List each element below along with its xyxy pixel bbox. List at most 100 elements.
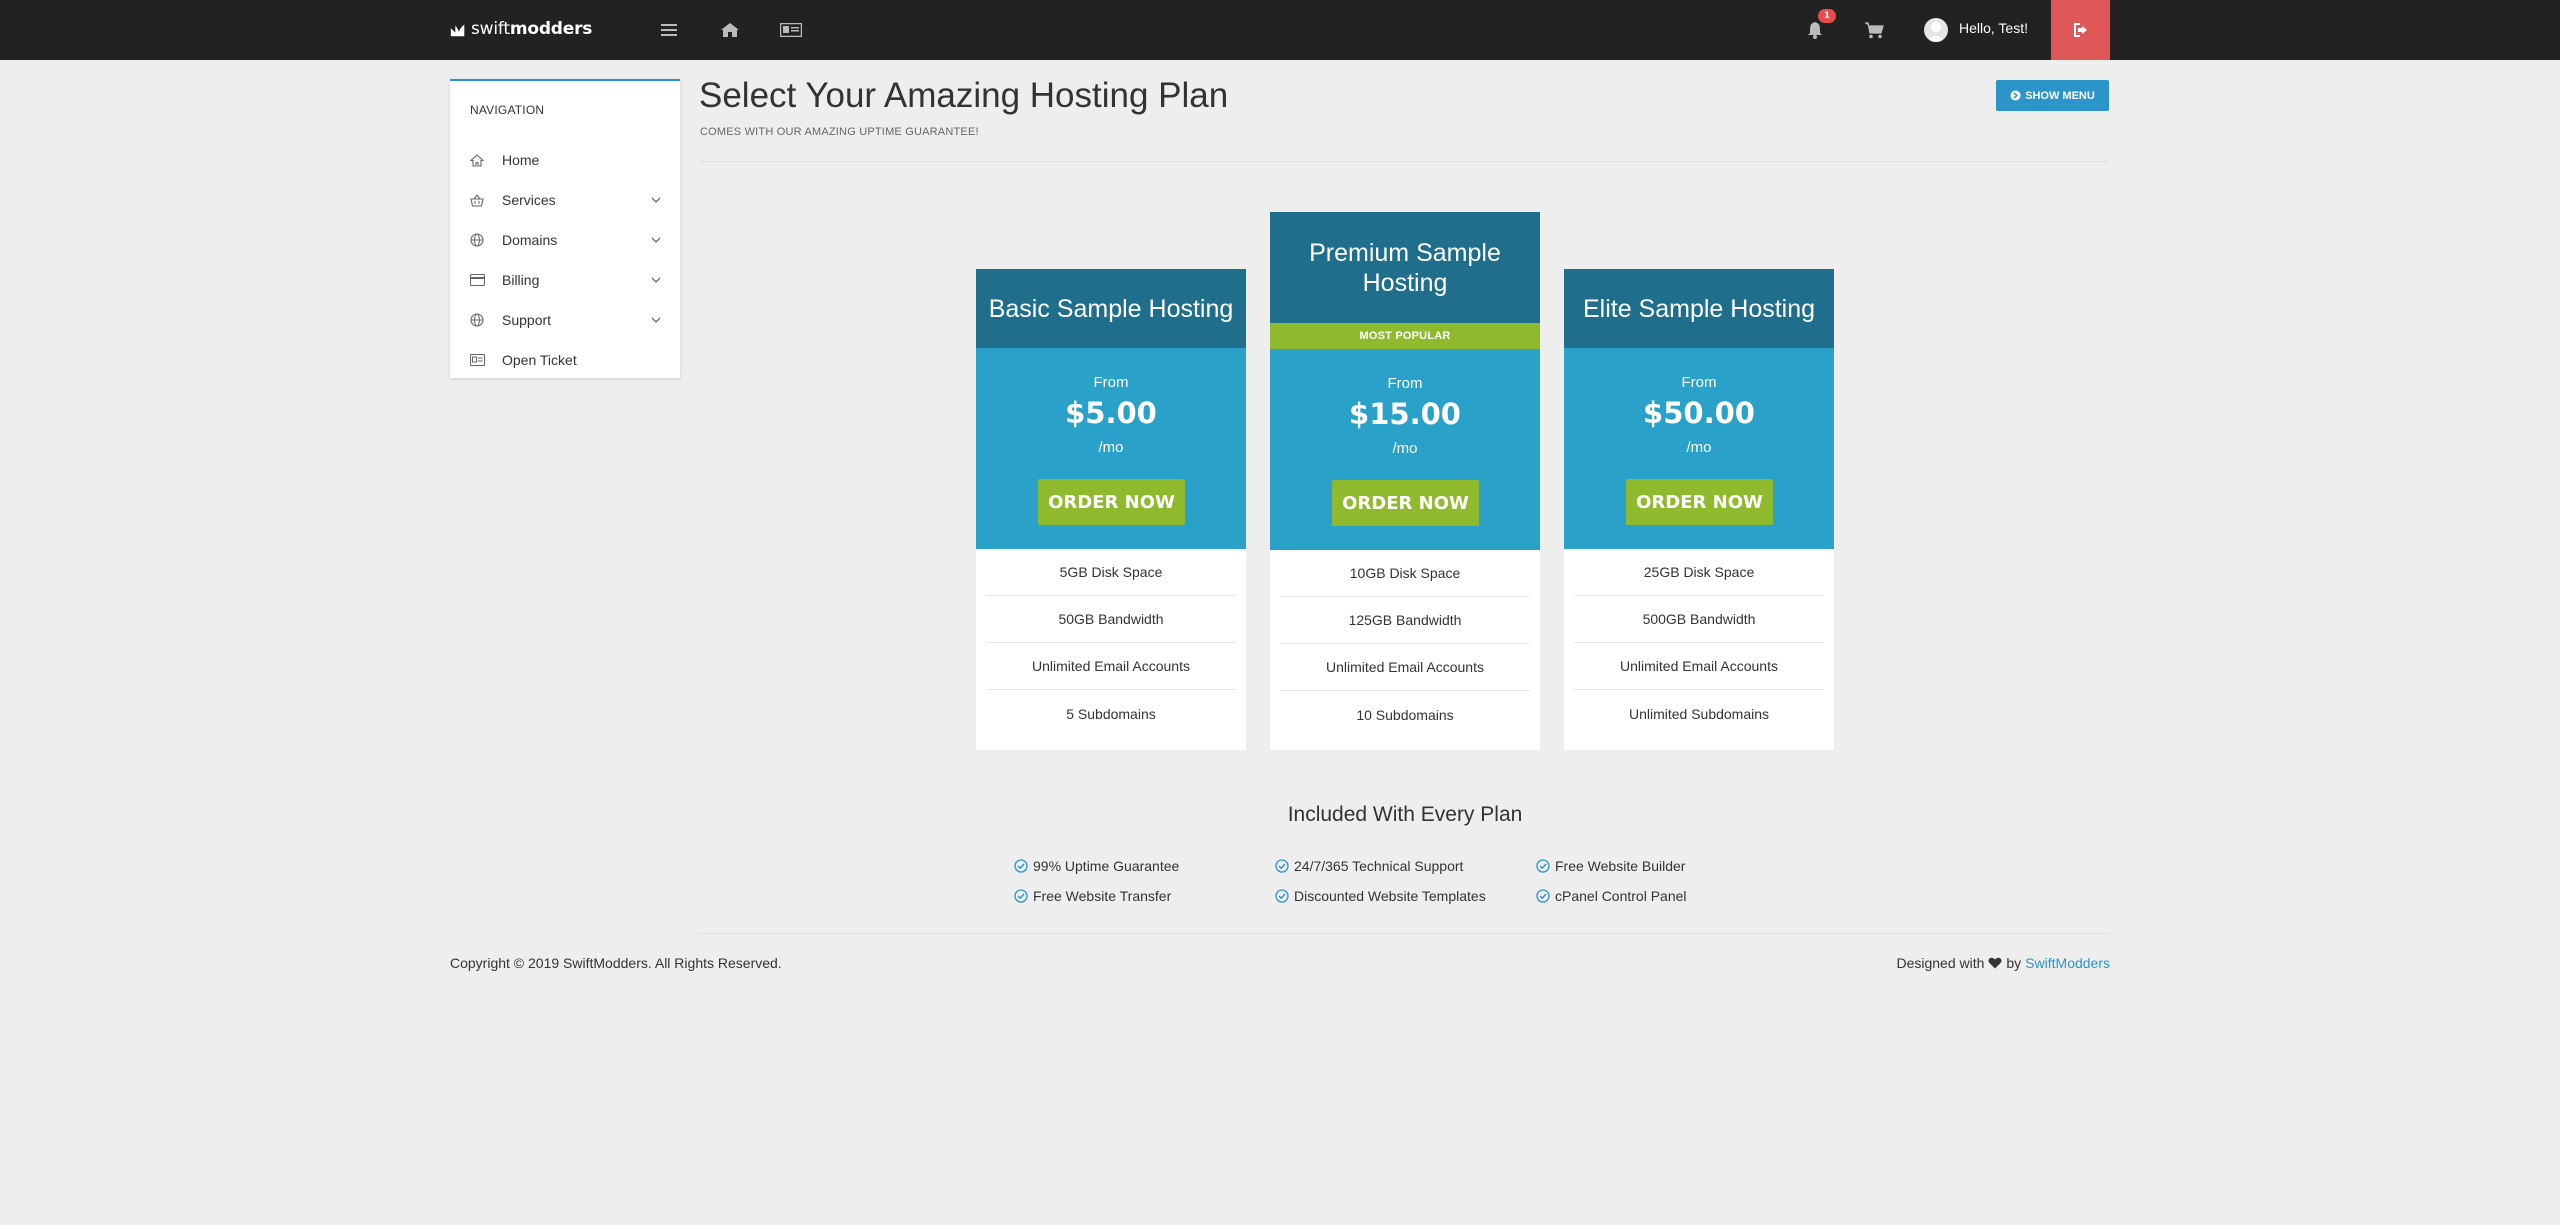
plan-period: /mo: [1686, 439, 1712, 456]
globe-icon: [469, 312, 485, 328]
plan-feature: 25GB Disk Space: [1574, 549, 1824, 596]
notification-badge: 1: [1818, 9, 1836, 23]
plan-features: 10GB Disk Space 125GB Bandwidth Unlimite…: [1270, 550, 1540, 738]
plan-feature: 500GB Bandwidth: [1574, 596, 1824, 643]
plan-feature: 10 Subdomains: [1356, 706, 1454, 723]
logo-text-bold: modders: [509, 19, 593, 39]
sidebar-item-support[interactable]: Support: [450, 300, 680, 340]
plan-price-box: From $15.00 /mo ORDER NOW: [1270, 349, 1540, 550]
sidebar-item-domains[interactable]: Domains: [450, 220, 680, 260]
sidebar-navigation: NAVIGATION Home Services Domains Billing…: [450, 79, 680, 378]
plan-feature: 125GB Bandwidth: [1280, 597, 1530, 644]
brand-logo[interactable]: swiftmodders: [449, 17, 592, 41]
plan-name: Premium Sample Hosting: [1270, 212, 1540, 323]
show-menu-button[interactable]: SHOW MENU: [1996, 80, 2109, 111]
plan-price: $5.00: [1065, 396, 1157, 430]
plan-period: /mo: [1098, 439, 1124, 456]
designed-prefix: Designed with: [1896, 955, 1985, 971]
included-item: 24/7/365 Technical Support: [1275, 858, 1463, 874]
chevron-down-icon: [650, 314, 662, 326]
plan-card-premium: Premium Sample Hosting MOST POPULAR From…: [1270, 212, 1540, 750]
plan-period: /mo: [1392, 440, 1418, 457]
designed-by-word: by: [2006, 955, 2022, 971]
sign-out-icon: [2073, 23, 2087, 37]
logo-flame-icon: [450, 24, 465, 37]
sidebar-item-label: Services: [502, 192, 556, 208]
plan-from-label: From: [1387, 375, 1423, 392]
logout-button[interactable]: [2051, 0, 2110, 60]
header-divider: [699, 161, 2109, 162]
plan-price-box: From $5.00 /mo ORDER NOW: [976, 348, 1246, 549]
plan-name: Basic Sample Hosting: [976, 269, 1246, 348]
id-card-icon[interactable]: [779, 18, 803, 42]
included-title: Included With Every Plan: [1287, 803, 1523, 826]
heart-icon: [1988, 957, 2002, 969]
included-item: cPanel Control Panel: [1536, 888, 1687, 904]
order-now-button[interactable]: ORDER NOW: [1038, 479, 1185, 525]
sidebar-item-label: Billing: [502, 272, 540, 288]
plan-feature: Unlimited Email Accounts: [1574, 643, 1824, 690]
chevron-down-icon: [650, 274, 662, 286]
sidebar-item-services[interactable]: Services: [450, 180, 680, 220]
plan-from-label: From: [1681, 374, 1717, 391]
included-item: Free Website Builder: [1536, 858, 1685, 874]
home-icon: [469, 152, 485, 168]
plan-card-basic: Basic Sample Hosting From $5.00 /mo ORDE…: [976, 269, 1246, 750]
page-subtitle: COMES WITH OUR AMAZING UPTIME GUARANTEE!: [700, 126, 979, 138]
sidebar-title: NAVIGATION: [470, 103, 545, 117]
plan-price: $15.00: [1349, 397, 1461, 431]
included-item: 99% Uptime Guarantee: [1014, 858, 1179, 874]
order-now-button[interactable]: ORDER NOW: [1332, 480, 1479, 526]
check-circle-icon: [1536, 859, 1550, 873]
basket-icon: [469, 192, 485, 208]
sidebar-item-home[interactable]: Home: [450, 140, 680, 180]
check-circle-icon: [1275, 859, 1289, 873]
plan-feature: Unlimited Email Accounts: [986, 643, 1236, 690]
user-greeting[interactable]: Hello, Test!: [1959, 20, 2028, 36]
globe-icon: [469, 232, 485, 248]
show-menu-label: SHOW MENU: [2025, 89, 2095, 102]
plan-card-elite: Elite Sample Hosting From $50.00 /mo ORD…: [1564, 269, 1834, 750]
user-avatar[interactable]: [1924, 18, 1948, 42]
most-popular-badge: MOST POPULAR: [1270, 323, 1540, 349]
plan-feature: 50GB Bandwidth: [986, 596, 1236, 643]
plan-price: $50.00: [1643, 396, 1755, 430]
logo-text-light: swift: [471, 19, 510, 39]
check-circle-icon: [1014, 889, 1028, 903]
sidebar-item-label: Support: [502, 312, 552, 328]
designed-by: Designed with by SwiftModders: [1896, 955, 2110, 971]
sidebar-item-label: Open Ticket: [502, 352, 577, 368]
chevron-down-icon: [650, 194, 662, 206]
plan-features: 25GB Disk Space 500GB Bandwidth Unlimite…: [1564, 549, 1834, 737]
plan-feature: Unlimited Email Accounts: [1280, 644, 1530, 691]
plan-price-box: From $50.00 /mo ORDER NOW: [1564, 348, 1834, 549]
check-circle-icon: [1014, 859, 1028, 873]
sidebar-item-open-ticket[interactable]: Open Ticket: [450, 340, 680, 380]
swiftmodders-link[interactable]: SwiftModders: [2025, 955, 2110, 971]
plan-name: Elite Sample Hosting: [1564, 269, 1834, 348]
sidebar-item-billing[interactable]: Billing: [450, 260, 680, 300]
plan-feature: 5 Subdomains: [1066, 705, 1156, 722]
cart-icon[interactable]: [1862, 18, 1886, 42]
home-icon[interactable]: [718, 18, 742, 42]
credit-card-icon: [469, 272, 485, 288]
sidebar-item-label: Domains: [502, 232, 558, 248]
chevron-down-icon: [650, 234, 662, 246]
plan-feature: Unlimited Subdomains: [1628, 705, 1770, 722]
top-navbar: swiftmodders 1 Hello, Test!: [0, 0, 2560, 60]
plan-features: 5GB Disk Space 50GB Bandwidth Unlimited …: [976, 549, 1246, 737]
included-item: Free Website Transfer: [1014, 888, 1171, 904]
check-circle-icon: [1536, 889, 1550, 903]
plan-from-label: From: [1093, 374, 1129, 391]
ticket-icon: [469, 352, 485, 368]
order-now-button[interactable]: ORDER NOW: [1626, 479, 1773, 525]
sidebar-item-label: Home: [502, 152, 540, 168]
menu-toggle-icon[interactable]: [657, 18, 681, 42]
included-item: Discounted Website Templates: [1275, 888, 1486, 904]
plan-feature: 5GB Disk Space: [986, 549, 1236, 596]
plan-feature: 10GB Disk Space: [1280, 550, 1530, 597]
page-title: Select Your Amazing Hosting Plan: [699, 76, 1229, 115]
footer-divider: [699, 933, 2109, 934]
check-circle-icon: [1275, 889, 1289, 903]
circle-arrow-icon: [2010, 90, 2021, 101]
